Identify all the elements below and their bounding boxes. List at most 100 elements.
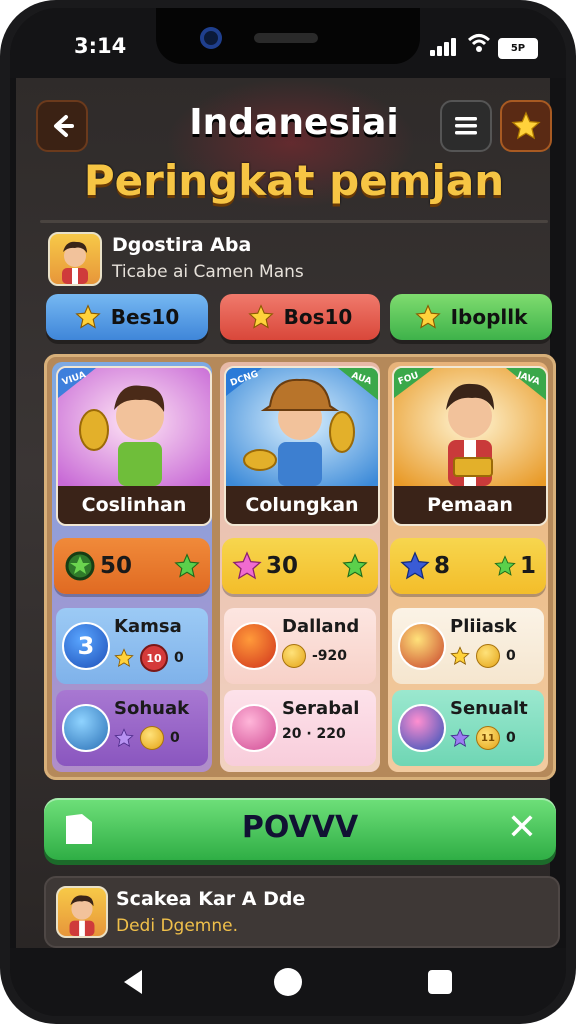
player-card[interactable]: DCNG AUA Colungkan <box>224 366 380 526</box>
tab-label: Bos10 <box>283 305 353 329</box>
player-portrait-icon <box>226 368 378 486</box>
score-value: 30 <box>266 553 299 579</box>
nav-home-icon[interactable] <box>274 968 302 996</box>
player-portrait-icon <box>58 368 210 486</box>
star-icon <box>342 553 368 578</box>
row-stats: 0 <box>114 726 180 750</box>
gear-badge-icon <box>65 551 95 581</box>
rank-number: 3 <box>77 632 95 660</box>
footer-description: Dedi Dgemne. <box>116 916 239 936</box>
list-item[interactable]: Senualt 11 0 <box>392 690 544 766</box>
row-name: Pliiask <box>450 616 517 637</box>
battery-icon: 5P <box>498 38 538 59</box>
star-icon <box>174 553 200 578</box>
tab-label: Ibopllk <box>450 305 528 329</box>
game-screen: Indanesiai Peringkat pemjan Dgostira Aba… <box>16 78 560 948</box>
star-icon <box>75 304 101 329</box>
avatar <box>48 232 102 286</box>
notch <box>156 8 420 64</box>
camera-icon <box>200 27 222 49</box>
close-icon[interactable]: ✕ <box>502 808 542 848</box>
player-card[interactable]: VIUA Coslinhan <box>56 366 212 526</box>
list-item[interactable]: 3 Kamsa 10 0 <box>56 608 208 684</box>
coin-badge: 11 <box>476 726 500 750</box>
badge-icon <box>230 622 278 670</box>
player-avatar-icon <box>62 241 88 284</box>
chip-badge: 10 <box>140 644 168 672</box>
leaderboard-column-2: DCNG AUA Colungkan 30 Dalland -920 Serab… <box>220 362 380 772</box>
star-icon <box>494 555 516 576</box>
rank-badge-icon: 3 <box>62 622 110 670</box>
leaderboard: VIUA Coslinhan 50 3 Kamsa 10 0 Sohuak 0 … <box>44 354 556 780</box>
menu-button[interactable] <box>440 100 492 152</box>
star-icon <box>232 551 262 580</box>
tab-bes10[interactable]: Bes10 <box>46 294 208 340</box>
card-label: Colungkan <box>226 486 378 524</box>
row-stats: 0 <box>450 644 516 668</box>
row-name: Serabal <box>282 698 360 719</box>
treasure-icon <box>398 622 446 670</box>
coin-icon <box>282 644 306 668</box>
row-name: Sohuak <box>114 698 190 719</box>
favorites-button[interactable] <box>500 100 552 152</box>
row-stat: -920 <box>312 648 348 664</box>
star-icon <box>114 648 134 667</box>
player-portrait-icon <box>394 368 546 486</box>
list-item[interactable]: Serabal 20 · 220 <box>224 690 376 766</box>
status-time: 3:14 <box>74 34 127 58</box>
footer-player[interactable]: Scakea Kar A Dde Dedi Dgemne. <box>44 876 560 948</box>
coin-icon <box>140 726 164 750</box>
score-secondary: 1 <box>519 553 536 579</box>
list-item[interactable]: Dalland -920 <box>224 608 376 684</box>
row-count: 0 <box>506 648 516 664</box>
phone-frame: 3:14 5P Indanesiai Peringkat pemjan Dgos… <box>0 0 576 1024</box>
row-stat: 20 · 220 <box>282 726 346 742</box>
player-profile[interactable]: Dgostira Aba Ticabe ai Camen Mans <box>40 228 548 288</box>
leaderboard-column-1: VIUA Coslinhan 50 3 Kamsa 10 0 Sohuak 0 <box>52 362 212 772</box>
coin-icon <box>476 644 500 668</box>
row-count: 0 <box>174 650 184 666</box>
row-name: Kamsa <box>114 616 182 637</box>
orb-icon <box>398 704 446 752</box>
row-stats: 20 · 220 <box>282 726 346 742</box>
hamburger-icon <box>455 117 477 135</box>
card-label: Coslinhan <box>58 486 210 524</box>
score-value: 8 <box>434 553 451 579</box>
phone-screen: 3:14 5P Indanesiai Peringkat pemjan Dgos… <box>10 8 566 1016</box>
row-stats: 10 0 <box>114 644 184 672</box>
nav-back-icon[interactable] <box>124 970 142 994</box>
status-bar: 3:14 5P <box>10 8 566 78</box>
star-icon <box>450 646 470 665</box>
gem-icon <box>114 728 134 747</box>
tab-bos10[interactable]: Bos10 <box>220 294 380 340</box>
star-icon <box>511 111 541 140</box>
gem-icon <box>450 728 470 747</box>
profile-name: Dgostira Aba <box>112 234 252 256</box>
castle-icon <box>62 704 110 752</box>
row-stats: -920 <box>282 644 347 668</box>
player-card[interactable]: FOU JAVA Pemaan <box>392 366 548 526</box>
nav-recents-icon[interactable] <box>428 970 452 994</box>
score-value: 50 <box>100 553 133 579</box>
footer-name: Scakea Kar A Dde <box>116 888 306 910</box>
player-avatar-icon <box>69 895 95 936</box>
score-bar: 30 <box>222 538 378 594</box>
list-item[interactable]: Pliiask 0 <box>392 608 544 684</box>
row-stats: 11 0 <box>450 726 516 750</box>
star-icon <box>414 304 441 329</box>
row-count: 0 <box>506 730 516 746</box>
tab-ibopllk[interactable]: Ibopllk <box>390 294 552 340</box>
row-count: 0 <box>170 730 180 746</box>
page-subtitle: Peringkat pemjan <box>83 156 505 205</box>
profile-description: Ticabe ai Camen Mans <box>112 262 304 282</box>
leaderboard-column-3: FOU JAVA Pemaan 8 1 Pliiask 0 Senualt 11… <box>388 362 548 772</box>
system-nav-bar <box>10 948 566 1016</box>
tab-label: Bes10 <box>110 305 180 329</box>
row-name: Senualt <box>450 698 528 719</box>
pow-button[interactable]: POVVV ✕ <box>44 798 556 860</box>
list-item[interactable]: Sohuak 0 <box>56 690 208 766</box>
score-bar: 50 <box>54 538 210 594</box>
pow-button-label: POVVV <box>241 810 359 845</box>
header-divider <box>40 220 548 223</box>
card-label: Pemaan <box>394 486 546 524</box>
